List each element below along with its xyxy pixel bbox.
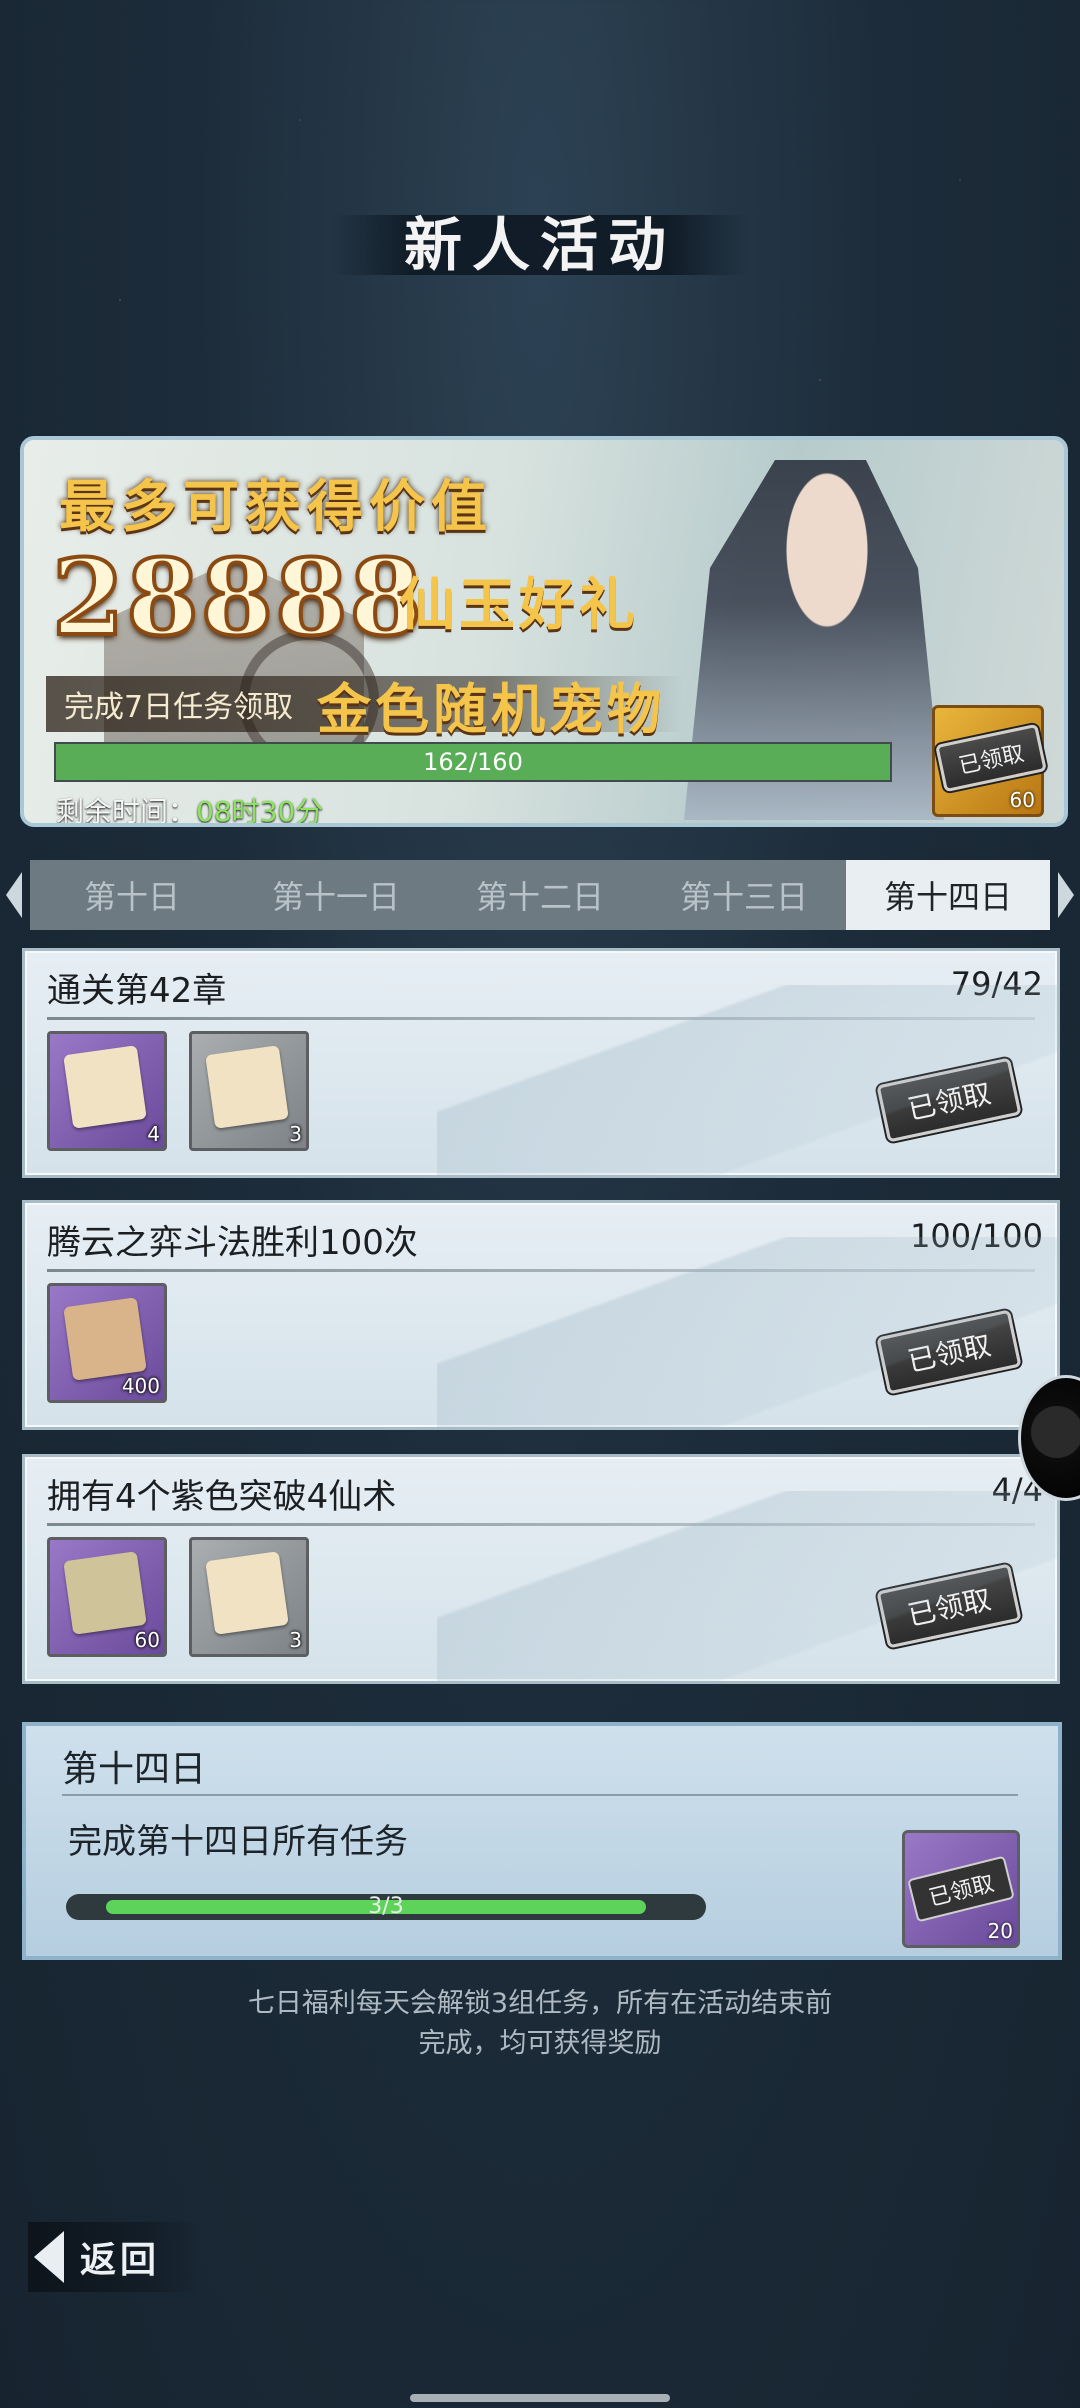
back-label: 返回 [80, 2239, 161, 2281]
task-divider [47, 1017, 1035, 1020]
scroll-icon [63, 1297, 147, 1381]
info-note-line: 七日福利每天会解锁3组任务，所有在活动结束前 [247, 1988, 833, 2019]
reward-qty: 400 [121, 1374, 160, 1398]
task-rewards: 60 3 [47, 1537, 309, 1657]
back-button[interactable]: 返回 [28, 2222, 201, 2292]
timer-label: 剩余时间： [56, 795, 197, 827]
task-progress-count: 79/42 [950, 965, 1043, 1003]
puzzle-icon [63, 1551, 147, 1635]
day-summary-card: 第十四日 完成第十四日所有任务 3/3 已领取 20 [22, 1722, 1062, 1960]
day-summary-reward-item[interactable]: 已领取 20 [902, 1830, 1020, 1948]
tab-day-13[interactable]: 第十三日 [642, 860, 846, 930]
day-reward-qty: 20 [987, 1919, 1013, 1943]
reward-item[interactable]: 60 [47, 1537, 167, 1657]
tab-day-11[interactable]: 第十一日 [234, 860, 438, 930]
tab-scroll-right-icon[interactable] [1058, 872, 1074, 918]
day-reward-claimed-stamp: 已领取 [907, 1855, 1015, 1923]
back-arrow-icon [34, 2231, 64, 2283]
claimed-stamp: 已领取 [876, 1309, 1022, 1395]
reward-item[interactable]: 3 [189, 1031, 309, 1151]
paper-icon [205, 1551, 289, 1635]
task-card: 腾云之弈斗法胜利100次 100/100 400 已领取 [22, 1200, 1060, 1430]
tab-day-10[interactable]: 第十日 [30, 860, 234, 930]
page-header: 新人活动 [0, 205, 1080, 285]
task-name: 通关第42章 [47, 971, 227, 1011]
reward-qty: 3 [289, 1628, 302, 1652]
task-name: 拥有4个紫色突破4仙术 [47, 1477, 397, 1517]
task-rewards: 400 [47, 1283, 167, 1403]
banner-progress-label: 162/160 [423, 748, 523, 776]
day-summary-divider [62, 1794, 1018, 1796]
task-card: 通关第42章 79/42 4 3 已领取 [22, 948, 1060, 1178]
task-progress-count: 100/100 [910, 1217, 1043, 1255]
banner-subline: 完成7日任务领取 金色随机宠物 [46, 676, 684, 741]
paper-icon [205, 1045, 289, 1129]
page-title: 新人活动 [403, 211, 676, 279]
task-rewards: 4 3 [47, 1031, 309, 1151]
task-name: 腾云之弈斗法胜利100次 [47, 1223, 418, 1263]
reward-banner: 最多可获得价值 28888 仙玉好礼 完成7日任务领取 金色随机宠物 162/1… [20, 436, 1068, 827]
grand-reward-item[interactable]: 已领取 60 [932, 705, 1047, 817]
home-indicator[interactable] [410, 2394, 670, 2402]
banner-sub-highlight: 金色随机宠物 [317, 676, 666, 741]
task-divider [47, 1523, 1035, 1526]
reward-qty: 60 [134, 1628, 160, 1652]
day-summary-title: 第十四日 [62, 1749, 207, 1790]
reward-item[interactable]: 3 [189, 1537, 309, 1657]
tab-scroll-left-icon[interactable] [6, 872, 22, 918]
banner-big-number: 28888 [50, 534, 424, 661]
scroll-icon [63, 1045, 147, 1129]
grand-reward-qty: 60 [1009, 788, 1035, 812]
reward-qty: 4 [147, 1122, 160, 1146]
timer-value: 08时30分 [196, 795, 324, 827]
day-summary-progress-label: 3/3 [368, 1894, 404, 1919]
reward-qty: 3 [289, 1122, 302, 1146]
info-note: 七日福利每天会解锁3组任务，所有在活动结束前 完成，均可获得奖励 [0, 1984, 1080, 2064]
info-note-line: 完成，均可获得奖励 [418, 2028, 662, 2059]
claimed-stamp: 已领取 [876, 1563, 1022, 1649]
tab-day-14[interactable]: 第十四日 [846, 860, 1050, 930]
day-summary-progress-bar: 3/3 [66, 1894, 706, 1920]
tab-day-12[interactable]: 第十二日 [438, 860, 642, 930]
banner-progress-bar: 162/160 [54, 742, 892, 782]
banner-headline: 最多可获得价值 [59, 474, 493, 540]
task-divider [47, 1269, 1035, 1272]
reward-item[interactable]: 400 [47, 1283, 167, 1403]
banner-subtext: 完成7日任务领取 [64, 690, 294, 725]
day-tabs: 第十日 第十一日 第十二日 第十三日 第十四日 [30, 860, 1050, 930]
claimed-stamp: 已领取 [876, 1057, 1022, 1143]
task-card: 拥有4个紫色突破4仙术 4/4 60 3 已领取 [22, 1454, 1060, 1684]
countdown-timer: 剩余时间：08时30分 [56, 790, 324, 827]
day-summary-task: 完成第十四日所有任务 [68, 1822, 408, 1862]
banner-number-label: 仙玉好礼 [399, 572, 639, 638]
grand-reward-claimed-stamp: 已领取 [935, 723, 1047, 793]
reward-item[interactable]: 4 [47, 1031, 167, 1151]
